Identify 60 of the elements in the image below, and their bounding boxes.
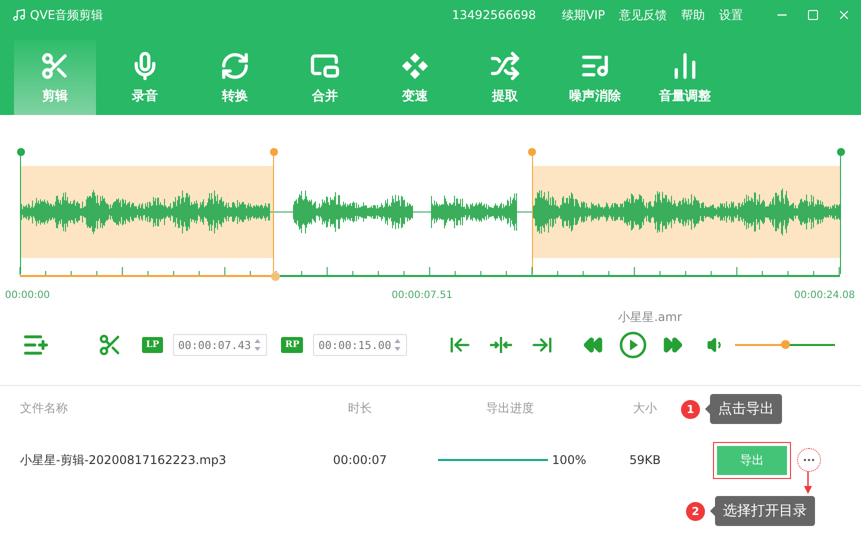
refresh-icon: [220, 50, 250, 80]
marker-line[interactable]: [20, 156, 21, 274]
close-icon[interactable]: [837, 8, 851, 22]
column-header: 大小: [632, 400, 658, 416]
time-input[interactable]: 00:00:15.00: [313, 334, 408, 356]
header-link[interactable]: 续期VIP: [562, 6, 605, 24]
column-header: 文件名称: [20, 400, 69, 416]
marker-handle[interactable]: [270, 148, 278, 156]
tool-tab[interactable]: 噪声消除: [554, 40, 636, 115]
timeline-track[interactable]: [20, 275, 840, 277]
marker-handle[interactable]: [836, 148, 844, 156]
speed-icon: [400, 50, 430, 80]
time-input[interactable]: 00:00:07.43: [173, 334, 268, 356]
file-name-cell-text: 小星星-剪辑-20200817162223.mp3: [20, 452, 228, 468]
size-cell-text: 59KB: [628, 452, 662, 469]
tool-tab[interactable]: 合并: [284, 40, 366, 115]
window-title: QVE音频剪辑: [30, 6, 104, 24]
pointer-arrow: [803, 471, 813, 495]
progress-percent: 100%: [552, 453, 586, 467]
time-label: 00:00:00: [5, 290, 50, 300]
callout-pointer: [705, 404, 710, 414]
scissors-icon[interactable]: [98, 333, 122, 357]
play-icon[interactable]: [619, 331, 648, 359]
step-number: 1: [681, 400, 700, 418]
fast-forward-icon[interactable]: [663, 335, 684, 355]
tool-tab[interactable]: 变速: [374, 40, 456, 115]
export-button[interactable]: 导出: [717, 446, 787, 474]
time-label: 00:00:24.08: [794, 290, 855, 300]
tool-tab[interactable]: 转换: [194, 40, 276, 115]
spinner-icon[interactable]: [394, 338, 402, 352]
tool-tab[interactable]: 提取: [464, 40, 546, 115]
spinner-icon[interactable]: [254, 338, 262, 352]
file-name: 小星星.amr: [617, 309, 683, 326]
header-link[interactable]: 意见反馈: [619, 6, 667, 24]
marker-handle[interactable]: [528, 148, 536, 156]
header-link[interactable]: 设置: [719, 6, 743, 24]
music-note-icon: [12, 8, 26, 22]
account-number: 13492566698: [452, 8, 536, 22]
center-arrows-icon[interactable]: [489, 334, 514, 356]
tool-tab[interactable]: 剪辑: [14, 40, 96, 115]
time-label: 00:00:07.51: [392, 290, 452, 300]
lp-badge: LP: [142, 337, 164, 353]
duration-cell-text: 00:00:07: [332, 452, 388, 469]
callout-pointer: [710, 506, 715, 516]
tool-tab[interactable]: 录音: [104, 40, 186, 115]
step-number: 2: [686, 502, 705, 520]
rp-badge: RP: [281, 337, 304, 353]
marker-handle[interactable]: [16, 148, 24, 156]
maximize-icon[interactable]: [807, 9, 819, 21]
shuffle-icon: [490, 50, 520, 80]
column-header: 导出进度: [485, 400, 535, 416]
marker-line[interactable]: [840, 156, 841, 274]
more-icon[interactable]: [797, 448, 821, 472]
volume-thumb[interactable]: [781, 340, 790, 349]
marker-line[interactable]: [273, 156, 274, 274]
column-header: 时长: [347, 400, 373, 416]
rewind-icon[interactable]: [583, 335, 604, 355]
playhead-handle[interactable]: [271, 272, 280, 281]
tool-tab[interactable]: 音量调整: [644, 40, 726, 115]
header-link[interactable]: 帮助: [681, 6, 705, 24]
